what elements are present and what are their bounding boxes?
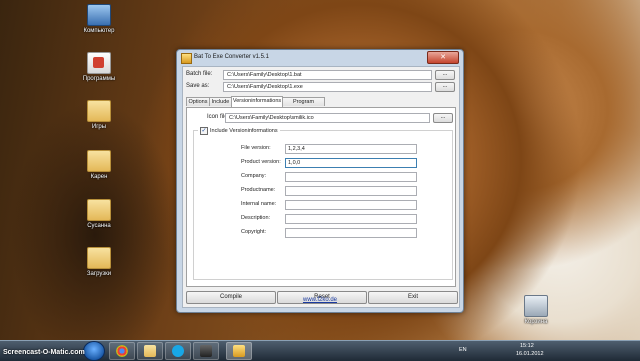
window-title: Bat To Exe Converter v1.5.1: [194, 54, 269, 60]
desktop-icon-label: Компьютер: [83, 28, 115, 34]
taskbar-skype[interactable]: [165, 342, 191, 360]
include-version-checkbox[interactable]: ✓ Include Versioninformations: [198, 127, 280, 135]
language-indicator[interactable]: EN: [459, 347, 467, 353]
batch-file-label: Batch file:: [186, 71, 213, 77]
desktop-icon-label: Игры: [91, 124, 107, 130]
file-version-field[interactable]: 1,2,3,4: [285, 144, 417, 154]
desktop-icon-karen[interactable]: Карен: [74, 150, 124, 180]
desktop-icon-label: Карен: [90, 174, 108, 180]
icon-file-field[interactable]: C:\Users\Family\Desktop\smilik.ico: [225, 113, 430, 123]
batch-file-browse-button[interactable]: ...: [435, 70, 455, 80]
desktop-icon-label: Программы: [82, 76, 116, 82]
internal-name-field[interactable]: [285, 200, 417, 210]
taskbar-media[interactable]: [193, 342, 219, 360]
taskbar-explorer[interactable]: [137, 342, 163, 360]
start-button[interactable]: [83, 341, 105, 361]
description-label: Description:: [241, 215, 271, 221]
chrome-icon: [116, 345, 128, 357]
description-field[interactable]: [285, 214, 417, 224]
desktop-icon-downloads[interactable]: Загрузки: [74, 247, 124, 277]
checkbox-checked-icon: ✓: [200, 127, 208, 135]
desktop-icon-recycle-bin[interactable]: Корзина: [511, 295, 561, 325]
desktop-icon-susanna[interactable]: Сусанна: [74, 199, 124, 229]
product-version-field[interactable]: 1,0,0: [285, 158, 417, 168]
tab-versioninformations[interactable]: Versioninformations: [231, 96, 283, 107]
tab-program-settings[interactable]: Program settings: [282, 97, 325, 113]
folder-icon: [87, 100, 111, 122]
save-as-field[interactable]: C:\Users\Family\Desktop\1.exe: [223, 82, 432, 92]
gear-icon: [233, 345, 245, 357]
close-button[interactable]: ✕: [427, 51, 459, 64]
folder-icon: [87, 150, 111, 172]
taskbar-chrome[interactable]: [109, 342, 135, 360]
company-field[interactable]: [285, 172, 417, 182]
window-client: Batch file: C:\Users\Family\Desktop\1.ba…: [182, 66, 460, 308]
product-version-label: Product version:: [241, 159, 281, 165]
media-icon: [200, 345, 212, 357]
save-as-browse-button[interactable]: ...: [435, 82, 455, 92]
desktop-icon-label: Корзина: [524, 319, 548, 325]
clock-date[interactable]: 16.01.2012: [516, 351, 544, 357]
desktop-icon-games[interactable]: Игры: [74, 100, 124, 130]
copyright-label: Copyright:: [241, 229, 267, 235]
copyright-field[interactable]: [285, 228, 417, 238]
tab-include[interactable]: Include: [209, 97, 232, 106]
tab-options[interactable]: Options: [186, 97, 210, 106]
folder-icon: [87, 247, 111, 269]
computer-icon: [87, 4, 111, 26]
desktop-icon-computer[interactable]: Компьютер: [74, 4, 124, 34]
versioninformations-panel: Icon file: C:\Users\Family\Desktop\smili…: [186, 107, 456, 287]
productname-label: Productname:: [241, 187, 276, 193]
skype-icon: [172, 345, 184, 357]
productname-field[interactable]: [285, 186, 417, 196]
website-link[interactable]: www.f2ko.de: [177, 297, 463, 303]
taskbar-bat-to-exe[interactable]: [226, 342, 252, 360]
company-label: Company:: [241, 173, 267, 179]
screencast-watermark: Screencast-O-Matic.com: [3, 349, 85, 356]
folder-icon: [87, 199, 111, 221]
bat-to-exe-window: Bat To Exe Converter v1.5.1 ✕ Batch file…: [176, 49, 464, 313]
programs-icon: [87, 52, 111, 74]
desktop-icon-label: Загрузки: [86, 271, 112, 277]
save-as-label: Save as:: [186, 83, 210, 89]
internal-name-label: Internal name:: [241, 201, 277, 207]
include-version-label: Include Versioninformations: [210, 128, 278, 134]
desktop-icon-label: Сусанна: [87, 223, 111, 229]
file-version-label: File version:: [241, 145, 271, 151]
batch-file-field[interactable]: C:\Users\Family\Desktop\1.bat: [223, 70, 432, 80]
desktop-icon-programs[interactable]: Программы: [74, 52, 124, 82]
version-info-group: ✓ Include Versioninformations File versi…: [193, 127, 453, 280]
icon-file-browse-button[interactable]: ...: [433, 113, 453, 123]
folder-icon: [144, 345, 156, 357]
app-icon: [181, 53, 192, 64]
clock-time[interactable]: 15:12: [520, 343, 534, 349]
recycle-bin-icon: [524, 295, 548, 317]
window-titlebar[interactable]: Bat To Exe Converter v1.5.1 ✕: [177, 50, 463, 65]
